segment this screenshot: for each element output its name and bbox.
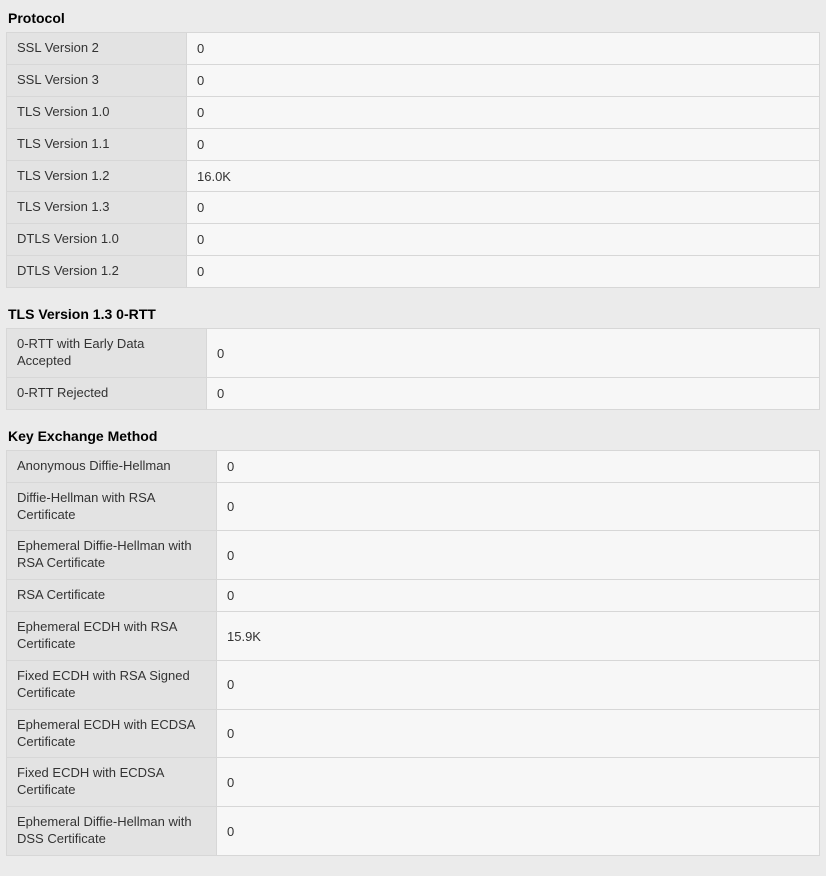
kex-table: Anonymous Diffie-Hellman0 Diffie-Hellman… [6, 450, 820, 856]
row-value: 0 [187, 192, 820, 224]
table-row: TLS Version 1.00 [7, 96, 820, 128]
row-label: Diffie-Hellman with RSA Certificate [7, 482, 217, 531]
table-row: Anonymous Diffie-Hellman0 [7, 450, 820, 482]
row-label: Anonymous Diffie-Hellman [7, 450, 217, 482]
row-value: 0 [207, 377, 820, 409]
row-value: 0 [217, 758, 820, 807]
table-row: 0-RTT with Early Data Accepted0 [7, 329, 820, 378]
protocol-section: Protocol SSL Version 20 SSL Version 30 T… [6, 6, 820, 288]
table-row: 0-RTT Rejected0 [7, 377, 820, 409]
row-value: 0 [217, 660, 820, 709]
row-value: 0 [187, 96, 820, 128]
row-value: 0 [217, 482, 820, 531]
table-row: TLS Version 1.30 [7, 192, 820, 224]
row-value: 15.9K [217, 612, 820, 661]
table-row: SSL Version 20 [7, 33, 820, 65]
row-value: 16.0K [187, 160, 820, 192]
row-label: SSL Version 3 [7, 64, 187, 96]
row-label: TLS Version 1.2 [7, 160, 187, 192]
rtt-table: 0-RTT with Early Data Accepted0 0-RTT Re… [6, 328, 820, 410]
row-label: 0-RTT with Early Data Accepted [7, 329, 207, 378]
table-row: Fixed ECDH with ECDSA Certificate0 [7, 758, 820, 807]
table-row: Ephemeral Diffie-Hellman with DSS Certif… [7, 807, 820, 856]
row-value: 0 [217, 709, 820, 758]
row-label: RSA Certificate [7, 580, 217, 612]
row-label: SSL Version 2 [7, 33, 187, 65]
kex-title: Key Exchange Method [6, 424, 820, 450]
table-row: TLS Version 1.10 [7, 128, 820, 160]
row-label: TLS Version 1.1 [7, 128, 187, 160]
protocol-table: SSL Version 20 SSL Version 30 TLS Versio… [6, 32, 820, 288]
table-row: RSA Certificate0 [7, 580, 820, 612]
row-value: 0 [187, 224, 820, 256]
table-row: DTLS Version 1.20 [7, 256, 820, 288]
table-row: DTLS Version 1.00 [7, 224, 820, 256]
row-value: 0 [217, 807, 820, 856]
row-value: 0 [187, 256, 820, 288]
row-label: 0-RTT Rejected [7, 377, 207, 409]
row-value: 0 [187, 64, 820, 96]
rtt-title: TLS Version 1.3 0-RTT [6, 302, 820, 328]
row-value: 0 [187, 33, 820, 65]
row-value: 0 [187, 128, 820, 160]
row-label: Ephemeral Diffie-Hellman with DSS Certif… [7, 807, 217, 856]
row-value: 0 [207, 329, 820, 378]
row-label: Fixed ECDH with RSA Signed Certificate [7, 660, 217, 709]
row-value: 0 [217, 450, 820, 482]
row-value: 0 [217, 580, 820, 612]
row-value: 0 [217, 531, 820, 580]
row-label: Fixed ECDH with ECDSA Certificate [7, 758, 217, 807]
row-label: DTLS Version 1.0 [7, 224, 187, 256]
row-label: Ephemeral ECDH with ECDSA Certificate [7, 709, 217, 758]
row-label: Ephemeral Diffie-Hellman with RSA Certif… [7, 531, 217, 580]
rtt-section: TLS Version 1.3 0-RTT 0-RTT with Early D… [6, 302, 820, 410]
table-row: SSL Version 30 [7, 64, 820, 96]
row-label: TLS Version 1.0 [7, 96, 187, 128]
table-row: Ephemeral Diffie-Hellman with RSA Certif… [7, 531, 820, 580]
row-label: DTLS Version 1.2 [7, 256, 187, 288]
table-row: TLS Version 1.216.0K [7, 160, 820, 192]
table-row: Diffie-Hellman with RSA Certificate0 [7, 482, 820, 531]
table-row: Ephemeral ECDH with RSA Certificate15.9K [7, 612, 820, 661]
row-label: TLS Version 1.3 [7, 192, 187, 224]
table-row: Ephemeral ECDH with ECDSA Certificate0 [7, 709, 820, 758]
table-row: Fixed ECDH with RSA Signed Certificate0 [7, 660, 820, 709]
protocol-title: Protocol [6, 6, 820, 32]
kex-section: Key Exchange Method Anonymous Diffie-Hel… [6, 424, 820, 856]
row-label: Ephemeral ECDH with RSA Certificate [7, 612, 217, 661]
